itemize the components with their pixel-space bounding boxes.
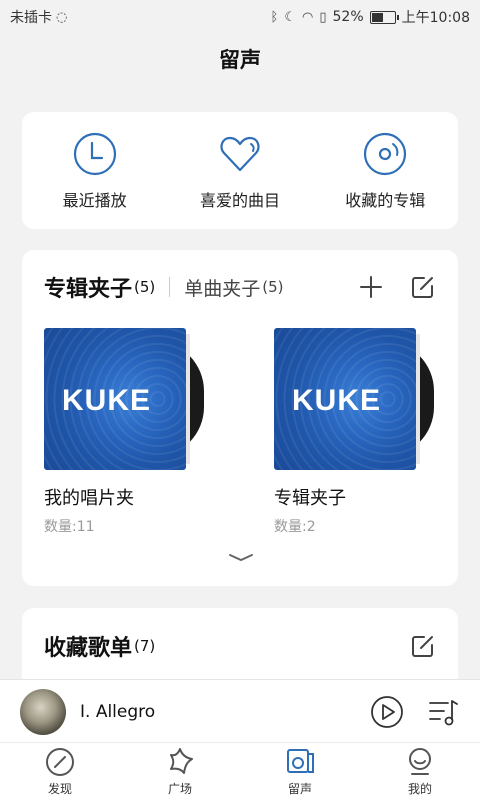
- quick-label: 最近播放: [62, 190, 127, 210]
- album-cover-wrap: KUKE: [274, 328, 434, 470]
- album-name: 专辑夹子: [274, 488, 346, 509]
- clock-icon: [73, 132, 116, 175]
- add-icon[interactable]: [358, 274, 384, 300]
- cover-logo: KUKE: [62, 384, 152, 417]
- moon-icon: ☾: [284, 9, 297, 25]
- chevron-down-icon[interactable]: [227, 550, 255, 564]
- tab-square[interactable]: 广场: [135, 746, 225, 797]
- bluetooth-icon: ᛒ: [270, 9, 279, 25]
- square-icon: [170, 748, 193, 774]
- tab-label: 广场: [167, 782, 192, 796]
- status-bar: 未插卡 ◌ ᛒ ☾ ◠ ▯ 52% 上午10:08: [0, 0, 480, 34]
- compass-icon: [46, 748, 74, 776]
- favorites-header: 收藏歌单 (7): [44, 630, 436, 662]
- liked-tracks-button[interactable]: 喜爱的曲目: [170, 131, 310, 211]
- status-right: ᛒ ☾ ◠ ▯ 52% 上午10:08: [271, 7, 470, 27]
- profile-icon: [409, 748, 431, 775]
- album-item[interactable]: KUKE 专辑夹子 数量:2: [274, 328, 434, 536]
- sim-icon: ◌: [56, 9, 68, 25]
- edit-icon[interactable]: [410, 274, 436, 300]
- tab-label: 我的: [407, 782, 432, 796]
- tab-phonograph[interactable]: 留声: [255, 746, 345, 797]
- tab-album-count: (5): [134, 278, 156, 296]
- album-cover-wrap: KUKE: [44, 328, 204, 470]
- album-cover: KUKE: [44, 328, 186, 470]
- battery-info-icon: ▯: [319, 9, 327, 25]
- battery-icon: [369, 10, 399, 24]
- tab-single-clips[interactable]: 单曲夹子: [184, 274, 260, 301]
- album-item[interactable]: KUKE 我的唱片夹 数量:11: [44, 328, 204, 536]
- disc-icon: [364, 132, 407, 175]
- phonograph-icon: [287, 749, 314, 773]
- sleeve-edge: [416, 334, 420, 464]
- wifi-icon: ◠: [302, 9, 314, 25]
- quick-label: 喜爱的曲目: [199, 190, 280, 210]
- edit-icon[interactable]: [410, 633, 436, 659]
- album-name: 我的唱片夹: [44, 488, 134, 509]
- now-playing-artwork[interactable]: [20, 688, 66, 735]
- album-cover: KUKE: [274, 328, 416, 470]
- recent-play-button[interactable]: 最近播放: [25, 131, 165, 211]
- bottom-tab-bar: 发现 广场 留声 我的: [0, 742, 480, 800]
- tab-discover[interactable]: 发现: [15, 746, 105, 797]
- saved-albums-button[interactable]: 收藏的专辑: [315, 131, 455, 211]
- album-count: 数量:11: [44, 519, 95, 535]
- favorites-title: 收藏歌单: [44, 636, 133, 661]
- playlist-icon[interactable]: [426, 695, 460, 729]
- cover-logo: KUKE: [292, 384, 382, 417]
- tab-single-count: (5): [262, 278, 284, 296]
- tab-divider: [169, 277, 171, 297]
- tab-label: 发现: [47, 782, 72, 796]
- clip-actions: [358, 274, 436, 300]
- tab-label: 留声: [287, 782, 312, 796]
- tab-mine[interactable]: 我的: [375, 746, 465, 797]
- album-list: KUKE 我的唱片夹 数量:11 KUKE 专辑夹子 数量:2: [44, 328, 434, 536]
- tab-album-clips[interactable]: 专辑夹子: [44, 271, 132, 303]
- album-count: 数量:2: [274, 519, 316, 535]
- sleeve-edge: [186, 334, 190, 464]
- clip-card: 专辑夹子 (5) 单曲夹子 (5) KUKE 我的唱片夹 数量:11 KUKE …: [22, 250, 458, 586]
- quick-actions-card: 最近播放 喜爱的曲目 收藏的专辑: [22, 112, 458, 229]
- play-icon[interactable]: [370, 695, 404, 729]
- mini-player[interactable]: I. Allegro: [0, 679, 480, 743]
- page-title: 留声: [219, 48, 261, 72]
- now-playing-title[interactable]: I. Allegro: [80, 702, 155, 722]
- carrier-text: 未插卡: [10, 10, 52, 26]
- favorites-count: (7): [134, 637, 156, 655]
- heart-icon: [220, 136, 260, 171]
- clip-header: 专辑夹子 (5) 单曲夹子 (5): [44, 272, 436, 302]
- player-actions: [370, 695, 460, 729]
- status-left: 未插卡 ◌: [10, 7, 67, 27]
- clock-time: 上午10:08: [401, 10, 470, 26]
- battery-percent: 52%: [332, 9, 364, 25]
- quick-label: 收藏的专辑: [345, 190, 426, 210]
